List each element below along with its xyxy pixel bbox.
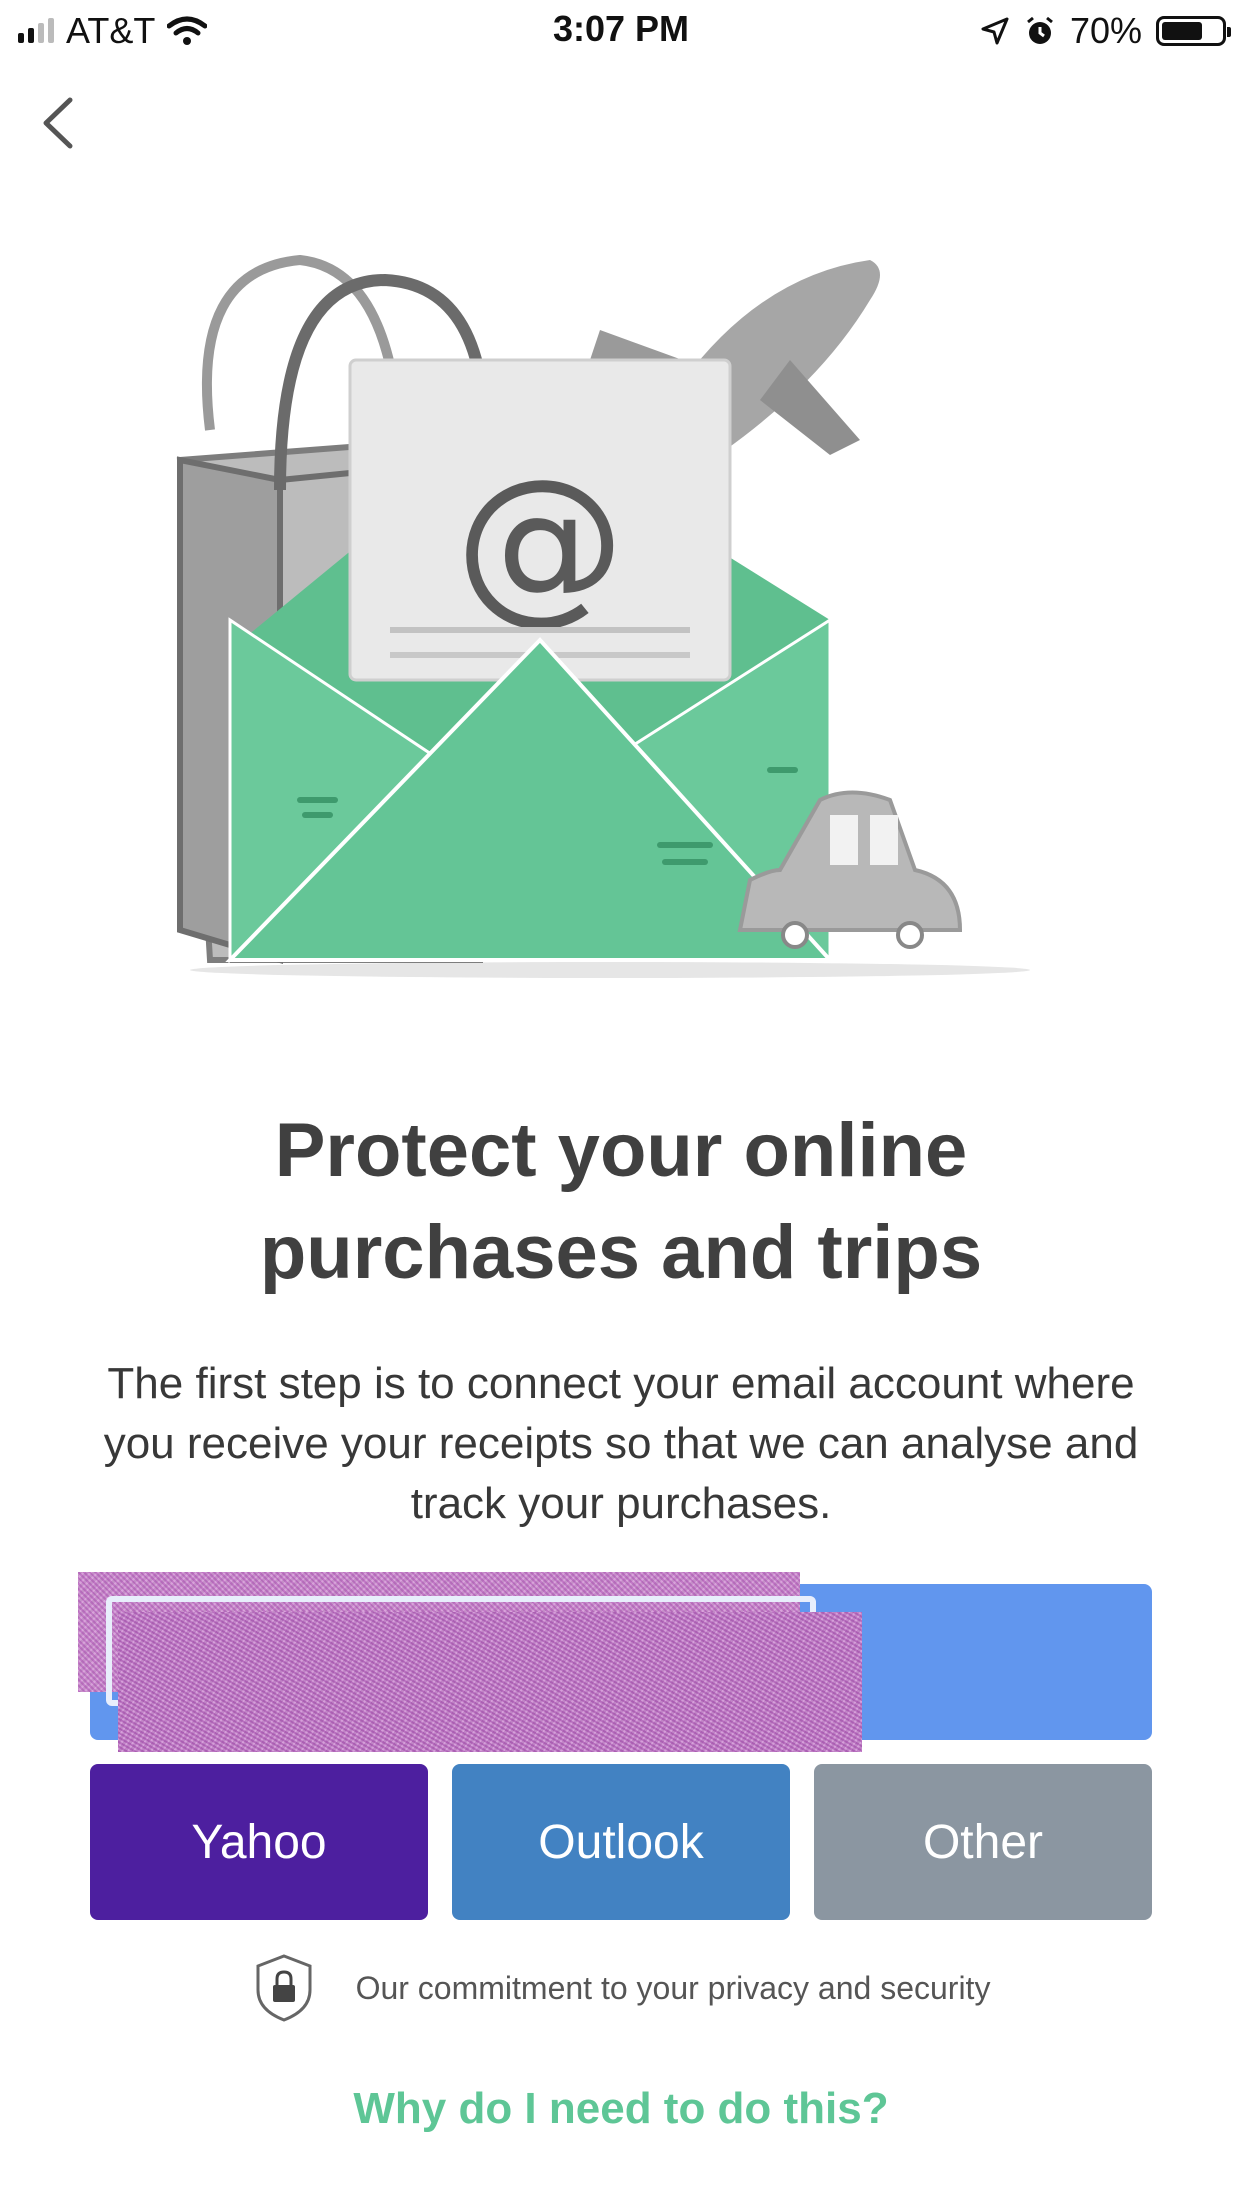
provider-buttons: Yahoo Outlook Other xyxy=(90,1764,1152,1920)
battery-fill xyxy=(1162,22,1203,40)
redaction-noise xyxy=(118,1612,862,1752)
privacy-text: Our commitment to your privacy and secur… xyxy=(355,1969,991,2006)
why-link[interactable]: Why do I need to do this? xyxy=(0,2084,1242,2134)
back-button[interactable] xyxy=(30,88,90,158)
email-letter: @ xyxy=(348,358,732,682)
page-description: The first step is to connect your email … xyxy=(103,1359,1139,1528)
battery-icon xyxy=(1156,16,1231,46)
hero-illustration: @ xyxy=(176,254,1030,978)
other-button[interactable]: Other xyxy=(814,1764,1152,1920)
battery-percent: 70% xyxy=(1069,10,1142,51)
status-right: 70% xyxy=(980,8,1231,54)
at-sign-icon: @ xyxy=(455,443,625,641)
privacy-link[interactable]: Our commitment to your privacy and secur… xyxy=(0,1950,1242,2026)
shield-lock-icon xyxy=(256,1954,312,2022)
yahoo-button[interactable]: Yahoo xyxy=(90,1764,428,1920)
alarm-icon xyxy=(1027,16,1053,44)
outlook-button[interactable]: Outlook xyxy=(452,1764,790,1920)
status-bar: AT&T 3:07 PM 70% xyxy=(0,0,1242,62)
chevron-left-icon xyxy=(43,97,73,149)
page-title: Protect your online purchases and trips xyxy=(259,1108,983,1295)
location-arrow-icon xyxy=(981,17,1009,45)
